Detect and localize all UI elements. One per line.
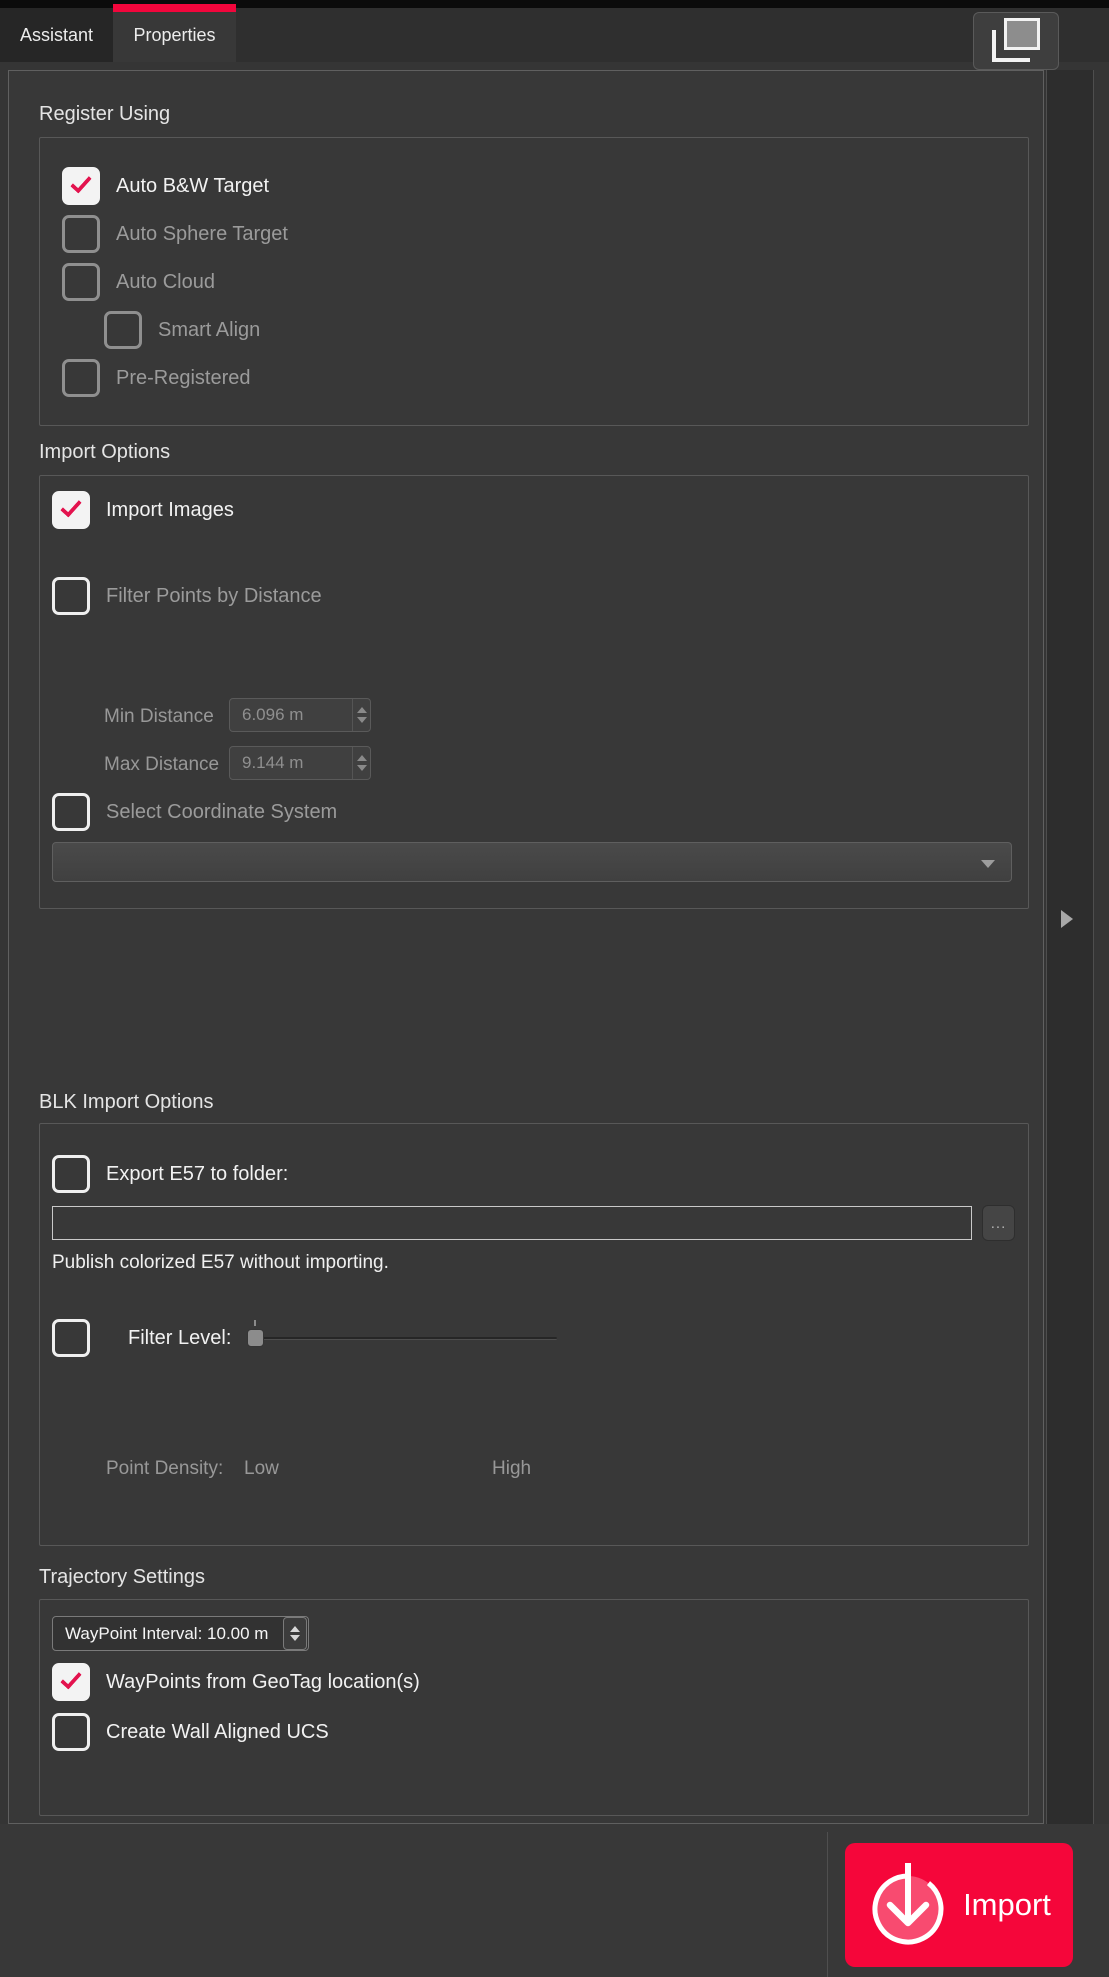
coordinate-system-dropdown[interactable] — [52, 842, 1012, 882]
checkbox-row-select-coordinate-system[interactable]: Select Coordinate System — [52, 790, 337, 834]
spin-down-icon[interactable] — [357, 717, 367, 723]
import-images-checkbox[interactable] — [52, 491, 90, 529]
undock-panel-button[interactable] — [973, 12, 1059, 70]
footer-bar: Import — [0, 1824, 1109, 1977]
waypoint-interval-stepper[interactable] — [283, 1617, 307, 1650]
check-icon — [70, 171, 92, 193]
checkbox-label: WayPoints from GeoTag location(s) — [106, 1671, 420, 1694]
chevron-down-icon — [981, 860, 995, 868]
tab-properties-label: Properties — [133, 25, 215, 46]
spin-up-icon[interactable] — [357, 707, 367, 713]
checkbox-label: Create Wall Aligned UCS — [106, 1721, 329, 1744]
section-title-trajectory-settings: Trajectory Settings — [39, 1566, 205, 1589]
select-coordinate-system-checkbox[interactable] — [52, 793, 90, 831]
point-density-low-label: Low — [244, 1458, 279, 1480]
check-icon — [60, 1667, 82, 1689]
checkbox-row-auto-bw-target[interactable]: Auto B&W Target — [62, 164, 269, 208]
point-density-high-label: High — [492, 1458, 531, 1480]
tab-bar: Assistant Properties — [0, 8, 1109, 62]
checkbox-row-waypoints-geotag[interactable]: WayPoints from GeoTag location(s) — [52, 1660, 420, 1704]
browse-folder-button[interactable]: ... — [982, 1205, 1015, 1241]
checkbox-row-filter-points[interactable]: Filter Points by Distance — [52, 574, 322, 618]
restore-window-icon — [990, 18, 1042, 64]
check-icon — [60, 495, 82, 517]
waypoint-interval-value: WayPoint Interval: 10.00 m — [53, 1624, 283, 1644]
auto-bw-target-checkbox[interactable] — [62, 167, 100, 205]
checkbox-label: Auto B&W Target — [116, 175, 269, 198]
checkbox-label: Import Images — [106, 499, 234, 522]
collapse-panel-arrow-icon[interactable] — [1061, 910, 1073, 928]
checkbox-row-auto-cloud[interactable]: Auto Cloud — [62, 260, 215, 304]
min-distance-label: Min Distance — [104, 706, 214, 728]
checkbox-label: Select Coordinate System — [106, 801, 337, 824]
checkbox-row-smart-align[interactable]: Smart Align — [104, 308, 260, 352]
checkbox-row-auto-sphere-target[interactable]: Auto Sphere Target — [62, 212, 288, 256]
trajectory-settings-groupbox: WayPoint Interval: 10.00 m WayPoints fro… — [39, 1599, 1029, 1816]
checkbox-row-import-images[interactable]: Import Images — [52, 488, 234, 532]
wall-aligned-ucs-checkbox[interactable] — [52, 1713, 90, 1751]
max-distance-label: Max Distance — [104, 754, 219, 776]
checkbox-label: Auto Sphere Target — [116, 223, 288, 246]
ellipsis-icon: ... — [991, 1215, 1007, 1232]
tab-properties[interactable]: Properties — [113, 8, 236, 62]
filter-level-checkbox[interactable] — [52, 1319, 90, 1357]
min-distance-stepper[interactable] — [352, 699, 370, 731]
min-distance-value: 6.096 m — [230, 705, 352, 725]
auto-cloud-checkbox[interactable] — [62, 263, 100, 301]
import-button[interactable]: Import — [845, 1843, 1073, 1967]
pre-registered-checkbox[interactable] — [62, 359, 100, 397]
checkbox-label: Export E57 to folder: — [106, 1163, 288, 1186]
max-distance-value: 9.144 m — [230, 753, 352, 773]
properties-panel: Register Using Auto B&W Target Auto Sphe… — [8, 70, 1044, 1824]
register-using-groupbox: Auto B&W Target Auto Sphere Target Auto … — [39, 137, 1029, 426]
slider-tick — [254, 1320, 256, 1326]
panel-splitter-gutter[interactable] — [1046, 70, 1094, 1824]
export-e57-checkbox[interactable] — [52, 1155, 90, 1193]
slider-track[interactable] — [247, 1337, 557, 1340]
slider-handle[interactable] — [247, 1329, 264, 1347]
checkbox-label: Auto Cloud — [116, 271, 215, 294]
min-distance-field[interactable]: 6.096 m — [229, 698, 371, 732]
waypoints-geotag-checkbox[interactable] — [52, 1663, 90, 1701]
checkbox-row-export-e57[interactable]: Export E57 to folder: — [52, 1152, 288, 1196]
tab-assistant-label: Assistant — [20, 25, 93, 46]
filter-level-slider[interactable] — [247, 1328, 557, 1348]
import-button-label: Import — [963, 1887, 1051, 1923]
filter-points-checkbox[interactable] — [52, 577, 90, 615]
import-options-groupbox: Import Images Filter Points by Distance … — [39, 475, 1029, 909]
checkbox-row-wall-aligned-ucs[interactable]: Create Wall Aligned UCS — [52, 1710, 329, 1754]
checkbox-label: Pre-Registered — [116, 367, 251, 390]
section-title-register-using: Register Using — [39, 103, 170, 126]
checkbox-label: Smart Align — [158, 319, 260, 342]
blk-import-options-groupbox: Export E57 to folder: ... Publish colori… — [39, 1123, 1029, 1546]
footer-divider — [827, 1832, 828, 1977]
publish-e57-note: Publish colorized E57 without importing. — [52, 1252, 389, 1274]
auto-sphere-target-checkbox[interactable] — [62, 215, 100, 253]
point-density-label: Point Density: — [106, 1458, 223, 1480]
waypoint-interval-field[interactable]: WayPoint Interval: 10.00 m — [52, 1616, 309, 1651]
checkbox-label: Filter Points by Distance — [106, 585, 322, 608]
spin-up-icon[interactable] — [290, 1626, 300, 1632]
section-title-import-options: Import Options — [39, 441, 170, 464]
checkbox-row-pre-registered[interactable]: Pre-Registered — [62, 356, 251, 400]
spin-down-icon[interactable] — [357, 765, 367, 771]
section-title-blk-import-options: BLK Import Options — [39, 1091, 214, 1114]
filter-level-label: Filter Level: — [128, 1327, 231, 1350]
tab-assistant[interactable]: Assistant — [0, 8, 113, 62]
max-distance-field[interactable]: 9.144 m — [229, 746, 371, 780]
max-distance-stepper[interactable] — [352, 747, 370, 779]
spin-up-icon[interactable] — [357, 755, 367, 761]
smart-align-checkbox[interactable] — [104, 311, 142, 349]
checkbox-row-filter-level[interactable]: Filter Level: — [52, 1316, 231, 1360]
e57-folder-input[interactable] — [52, 1206, 972, 1240]
spin-down-icon[interactable] — [290, 1635, 300, 1641]
download-circle-icon — [867, 1861, 949, 1949]
